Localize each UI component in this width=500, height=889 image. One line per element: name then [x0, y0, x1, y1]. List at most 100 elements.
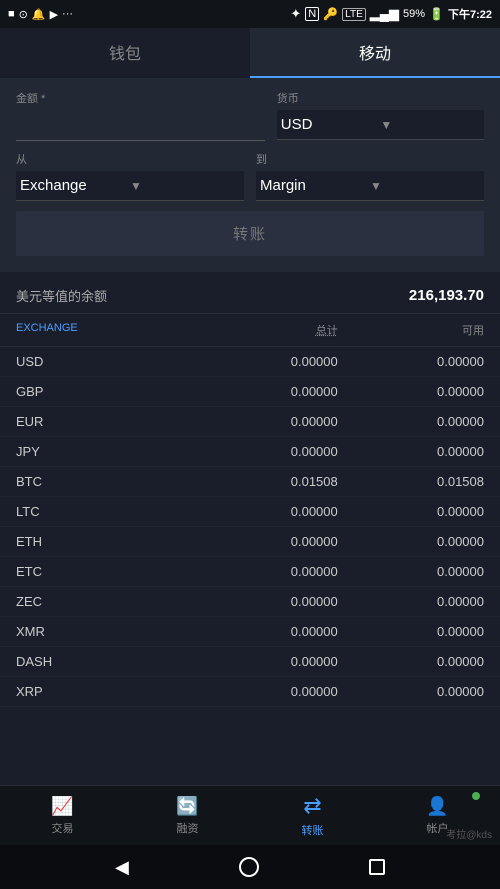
row-currency-eur: EUR — [16, 414, 192, 429]
trade-icon: 📈 — [51, 796, 73, 817]
row-available-usd: 0.00000 — [338, 354, 484, 369]
account-icon: 👤 — [426, 796, 448, 817]
to-chevron-icon: ▼ — [370, 179, 480, 193]
notification-icon: 🔔 — [32, 8, 46, 21]
row-available-xmr: 0.00000 — [338, 624, 484, 639]
balance-label: 美元等值的余额 — [16, 286, 107, 305]
from-group: 从 Exchange ▼ — [16, 151, 244, 201]
nfc-icon: N — [305, 7, 319, 21]
to-label: 到 — [256, 151, 484, 167]
nav-transfer[interactable]: ⇄ 转账 — [250, 786, 375, 845]
row-available-xrp: 0.00000 — [338, 684, 484, 699]
top-tabs: 钱包 移动 — [0, 28, 500, 78]
from-chevron-icon: ▼ — [130, 179, 240, 193]
row-available-dash: 0.00000 — [338, 654, 484, 669]
row-currency-usd: USD — [16, 354, 192, 369]
col-header-total: 总计 — [192, 322, 338, 338]
row-total-usd: 0.00000 — [192, 354, 338, 369]
nav-account-label: 帐户 — [427, 820, 449, 836]
table-row: ETC 0.00000 0.00000 — [0, 557, 500, 587]
amount-label: 金额 * — [16, 90, 265, 106]
nav-funding-label: 融资 — [177, 820, 199, 836]
to-group: 到 Margin ▼ — [256, 151, 484, 201]
row-total-dash: 0.00000 — [192, 654, 338, 669]
row-available-etc: 0.00000 — [338, 564, 484, 579]
tab-mobile[interactable]: 移动 — [250, 28, 500, 78]
tab-wallet[interactable]: 钱包 — [0, 28, 250, 78]
currency-chevron-icon: ▼ — [380, 118, 480, 132]
form-area: 金额 * 货币 USD ▼ 从 Exchange ▼ 到 — [0, 78, 500, 272]
table-row: XRP 0.00000 0.00000 — [0, 677, 500, 707]
bluetooth-icon: ✦ — [290, 6, 301, 22]
row-total-btc: 0.01508 — [192, 474, 338, 489]
nav-trade[interactable]: 📈 交易 — [0, 786, 125, 845]
row-available-jpy: 0.00000 — [338, 444, 484, 459]
nav-transfer-label: 转账 — [302, 822, 324, 838]
row-total-eth: 0.00000 — [192, 534, 338, 549]
table-row: ZEC 0.00000 0.00000 — [0, 587, 500, 617]
balance-table: EXCHANGE 总计 可用 USD 0.00000 0.00000 GBP 0… — [0, 314, 500, 707]
from-value: Exchange — [20, 177, 130, 194]
row-available-eth: 0.00000 — [338, 534, 484, 549]
from-to-row: 从 Exchange ▼ 到 Margin ▼ — [16, 151, 484, 201]
tab-wallet-label: 钱包 — [109, 40, 141, 64]
row-total-jpy: 0.00000 — [192, 444, 338, 459]
table-row: ETH 0.00000 0.00000 — [0, 527, 500, 557]
currency-value: USD — [281, 116, 381, 133]
table-row: DASH 0.00000 0.00000 — [0, 647, 500, 677]
main-content: 金额 * 货币 USD ▼ 从 Exchange ▼ 到 — [0, 78, 500, 785]
account-online-dot — [472, 792, 480, 800]
home-button[interactable] — [239, 857, 259, 877]
funding-icon: 🔄 — [176, 796, 198, 817]
row-available-gbp: 0.00000 — [338, 384, 484, 399]
to-select[interactable]: Margin ▼ — [256, 171, 484, 201]
row-total-gbp: 0.00000 — [192, 384, 338, 399]
battery-icon: 🔋 — [429, 7, 444, 21]
nav-trade-label: 交易 — [52, 820, 74, 836]
from-select[interactable]: Exchange ▼ — [16, 171, 244, 201]
table-rows: USD 0.00000 0.00000 GBP 0.00000 0.00000 … — [0, 347, 500, 707]
transfer-icon: ⇄ — [303, 793, 321, 819]
row-total-eur: 0.00000 — [192, 414, 338, 429]
recents-button[interactable] — [369, 859, 385, 875]
back-button[interactable]: ◀ — [115, 857, 129, 878]
table-row: USD 0.00000 0.00000 — [0, 347, 500, 377]
status-left: ■ ⊙ 🔔 ▶ ··· — [8, 8, 73, 21]
row-available-eur: 0.00000 — [338, 414, 484, 429]
row-total-ltc: 0.00000 — [192, 504, 338, 519]
col-header-name: EXCHANGE — [16, 322, 192, 338]
row-currency-btc: BTC — [16, 474, 192, 489]
signal-bars: ▂▄▆ — [370, 6, 399, 22]
play-icon: ▶ — [50, 8, 58, 21]
row-currency-jpy: JPY — [16, 444, 192, 459]
row-total-zec: 0.00000 — [192, 594, 338, 609]
amount-input[interactable] — [16, 110, 265, 141]
row-total-etc: 0.00000 — [192, 564, 338, 579]
balance-value: 216,193.70 — [409, 287, 484, 304]
row-currency-ltc: LTC — [16, 504, 192, 519]
row-available-ltc: 0.00000 — [338, 504, 484, 519]
transfer-button[interactable]: 转账 — [16, 211, 484, 256]
bottom-nav: 📈 交易 🔄 融资 ⇄ 转账 👤 帐户 — [0, 785, 500, 845]
tab-mobile-label: 移动 — [359, 40, 391, 64]
table-row: EUR 0.00000 0.00000 — [0, 407, 500, 437]
currency-group: 货币 USD ▼ — [277, 90, 484, 141]
row-currency-gbp: GBP — [16, 384, 192, 399]
col-header-available: 可用 — [338, 322, 484, 338]
system-nav-bar: ◀ — [0, 845, 500, 889]
currency-select[interactable]: USD ▼ — [277, 110, 484, 140]
row-total-xmr: 0.00000 — [192, 624, 338, 639]
balance-section: 美元等值的余额 216,193.70 — [0, 272, 500, 314]
row-total-xrp: 0.00000 — [192, 684, 338, 699]
row-currency-etc: ETC — [16, 564, 192, 579]
status-right: ✦ N 🔑 LTE ▂▄▆ 59% 🔋 下午7:22 — [290, 6, 492, 22]
time-display: 下午7:22 — [448, 6, 492, 22]
key-icon: 🔑 — [323, 7, 338, 21]
from-label: 从 — [16, 151, 244, 167]
amount-group: 金额 * — [16, 90, 265, 141]
row-currency-xrp: XRP — [16, 684, 192, 699]
nav-funding[interactable]: 🔄 融资 — [125, 786, 250, 845]
row-currency-xmr: XMR — [16, 624, 192, 639]
signal-icon: LTE — [342, 8, 366, 21]
table-row: JPY 0.00000 0.00000 — [0, 437, 500, 467]
